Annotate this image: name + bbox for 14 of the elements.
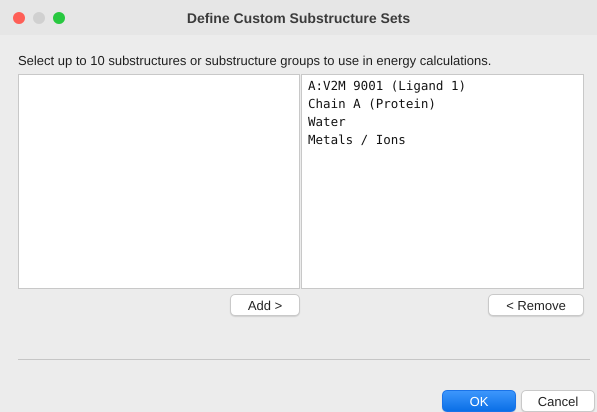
ok-button[interactable]: OK <box>442 390 516 412</box>
instruction-text: Select up to 10 substructures or substructure groups to use in energy calculations. <box>18 53 492 68</box>
cancel-button[interactable]: Cancel <box>521 390 595 412</box>
close-window-button[interactable] <box>13 12 25 24</box>
list-item[interactable]: Chain A (Protein) <box>308 95 577 113</box>
remove-button[interactable]: < Remove <box>488 294 584 316</box>
list-item[interactable]: Water <box>308 113 577 131</box>
window-title: Define Custom Substructure Sets <box>186 10 410 26</box>
add-button[interactable]: Add > <box>230 294 300 316</box>
selected-list[interactable]: A:V2M 9001 (Ligand 1) Chain A (Protein) Water Metals / Ions <box>301 74 584 289</box>
available-list[interactable] <box>18 74 300 289</box>
zoom-window-button[interactable] <box>53 12 65 24</box>
list-item[interactable]: Metals / Ions <box>308 131 577 149</box>
list-item[interactable]: A:V2M 9001 (Ligand 1) <box>308 77 577 95</box>
